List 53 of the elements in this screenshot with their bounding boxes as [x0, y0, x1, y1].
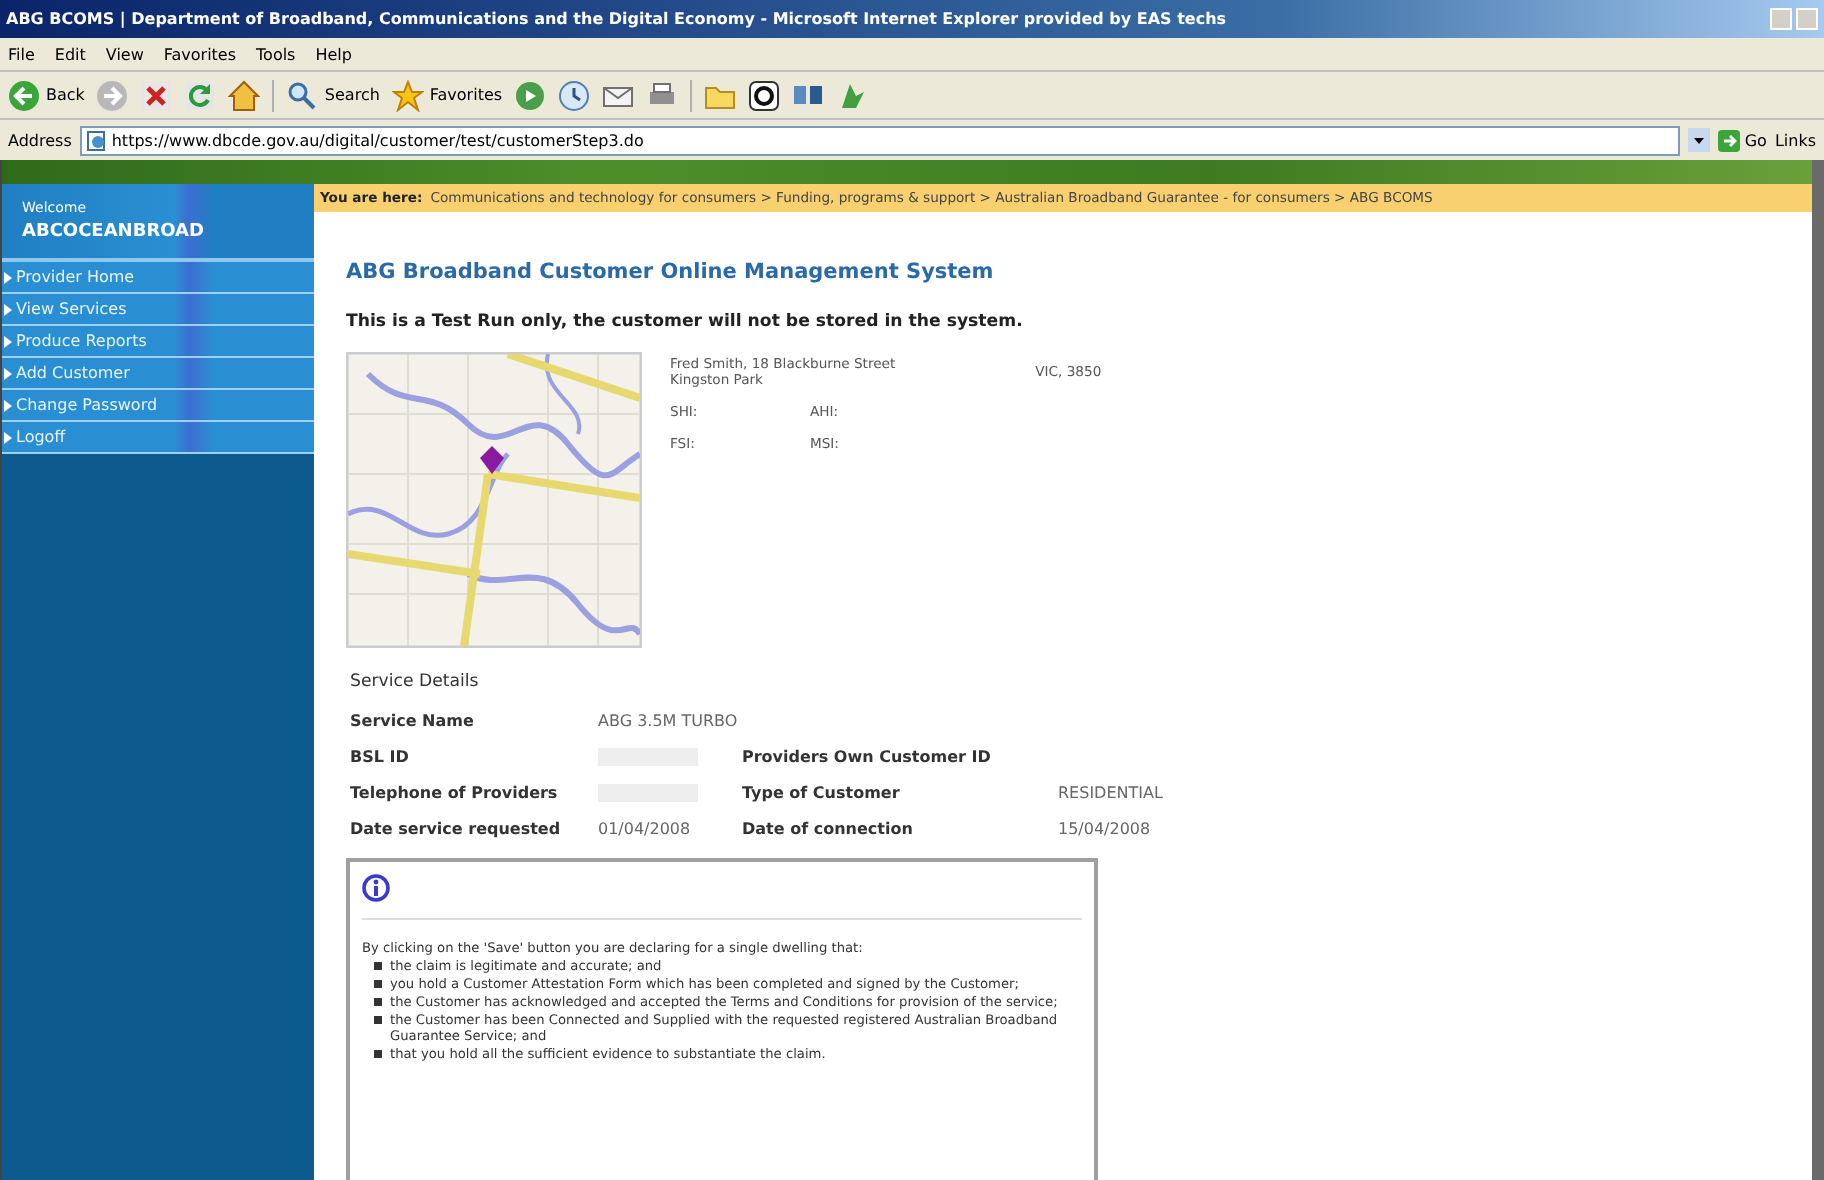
go-arrow-icon [1718, 129, 1741, 151]
history-icon[interactable] [558, 79, 591, 111]
stop-icon[interactable] [140, 79, 173, 111]
detail-label: Date of connection [742, 820, 915, 838]
detail-label: Date service requested [350, 820, 563, 838]
star-icon [391, 79, 424, 111]
bullet-icon [4, 335, 12, 347]
info-icon[interactable] [748, 79, 781, 111]
bullet-icon [4, 367, 12, 379]
bullet-icon [374, 1050, 382, 1058]
refresh-icon[interactable] [184, 79, 217, 111]
bullet-icon [374, 980, 382, 988]
notice-text: This is a Test Run only, the customer will not be stored in the system. [346, 312, 1025, 332]
search-icon [286, 79, 319, 111]
go-button[interactable]: Go [1718, 129, 1767, 151]
search-button[interactable]: Search [286, 79, 380, 111]
home-icon[interactable] [228, 79, 261, 111]
menu-item[interactable]: File [8, 45, 35, 63]
back-button[interactable]: Back [8, 79, 85, 111]
detail-label: Providers Own Customer ID [742, 748, 993, 766]
detail-value: ABG 3.5M TURBO [598, 712, 740, 730]
menu-item[interactable]: View [105, 45, 144, 63]
detail-label: Service Name [350, 712, 476, 730]
favorites-button[interactable]: Favorites [391, 79, 503, 111]
menu-item[interactable]: Tools [256, 45, 296, 63]
menu-item[interactable]: Edit [54, 45, 86, 63]
media-icon[interactable] [514, 79, 547, 111]
menu-item[interactable]: Help [315, 45, 352, 63]
bullet-icon [374, 1016, 382, 1024]
bullet-icon [374, 998, 382, 1006]
detail-value: 15/04/2008 [1058, 820, 1153, 838]
menu-item[interactable]: Favorites [163, 45, 237, 63]
links-label[interactable]: Links [1774, 131, 1816, 149]
bullet-icon [4, 271, 12, 283]
back-icon [8, 79, 40, 111]
detail-label: BSL ID [350, 748, 411, 766]
bullet-icon [4, 303, 12, 315]
address-label: Address [8, 131, 72, 149]
detail-label: Telephone of Providers [350, 784, 560, 802]
detail-value: 01/04/2008 [598, 820, 693, 838]
user-name: ABCOCEANBROAD [22, 222, 206, 242]
bullet-icon [4, 431, 12, 443]
bullet-icon [4, 399, 12, 411]
bullet-icon [374, 962, 382, 970]
info-icon [362, 874, 390, 902]
window-title: ABG BCOMS | Department of Broadband, Communications and the Digital Economy - Microsoft Internet Explorer provided by EAS techs [6, 10, 1227, 28]
page-icon [85, 129, 106, 151]
dropdown-icon[interactable] [1688, 128, 1711, 152]
section-title: Service Details [350, 672, 481, 692]
detail-value: RESIDENTIAL [1058, 784, 1165, 802]
page-heading: ABG Broadband Customer Online Management System [346, 260, 996, 284]
detail-label: Type of Customer [742, 784, 902, 802]
address-field[interactable]: https://www.dbcde.gov.au/digital/customer/test/customerStep3.do [79, 125, 1681, 155]
